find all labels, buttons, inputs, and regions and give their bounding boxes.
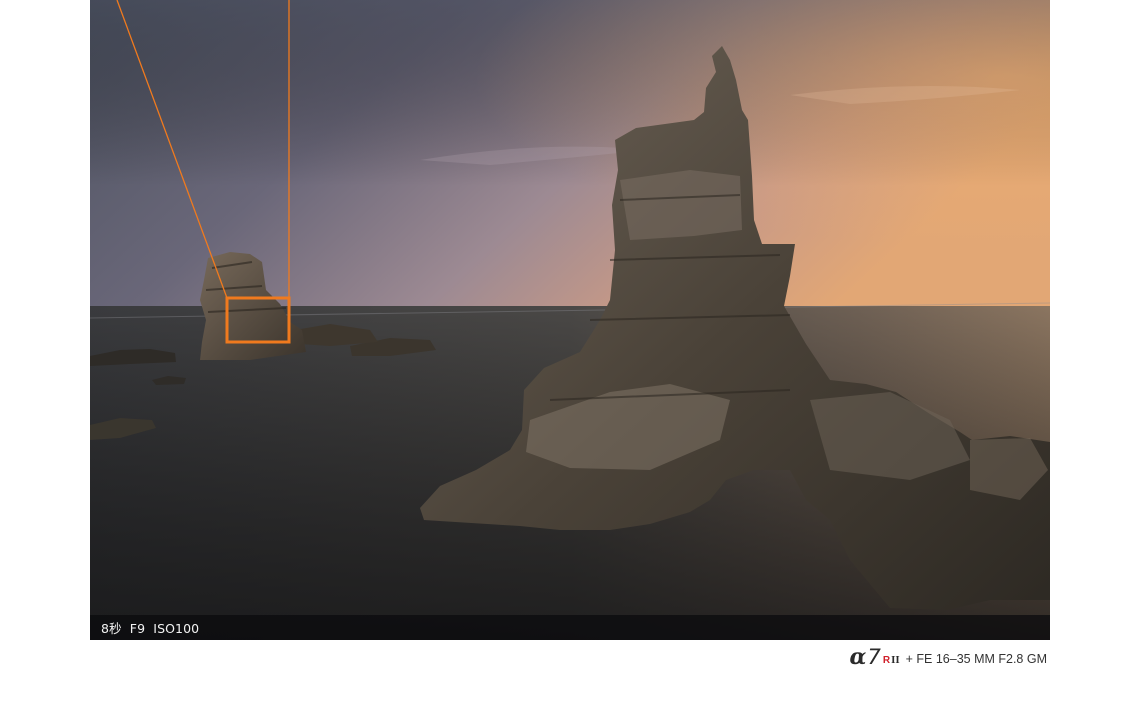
camera-model-number: 7 bbox=[867, 644, 881, 669]
exif-bar: 8秒 F9 ISO100 bbox=[90, 615, 1050, 640]
exif-text: 8秒 F9 ISO100 bbox=[101, 621, 200, 636]
page: 8秒 F9 ISO100 α 7 R II + FE 16–35 MM F2.8… bbox=[0, 0, 1140, 712]
photo-artwork bbox=[90, 0, 1050, 640]
camera-model-roman: II bbox=[891, 654, 900, 666]
seascape-photo: 8秒 F9 ISO100 bbox=[90, 0, 1050, 640]
lens-label: + FE 16–35 MM F2.8 GM bbox=[905, 651, 1047, 666]
camera-model-suffix: R bbox=[882, 654, 891, 666]
camera-alpha-logo: α bbox=[849, 644, 867, 670]
camera-caption: α 7 R II + FE 16–35 MM F2.8 GM bbox=[850, 646, 1047, 668]
